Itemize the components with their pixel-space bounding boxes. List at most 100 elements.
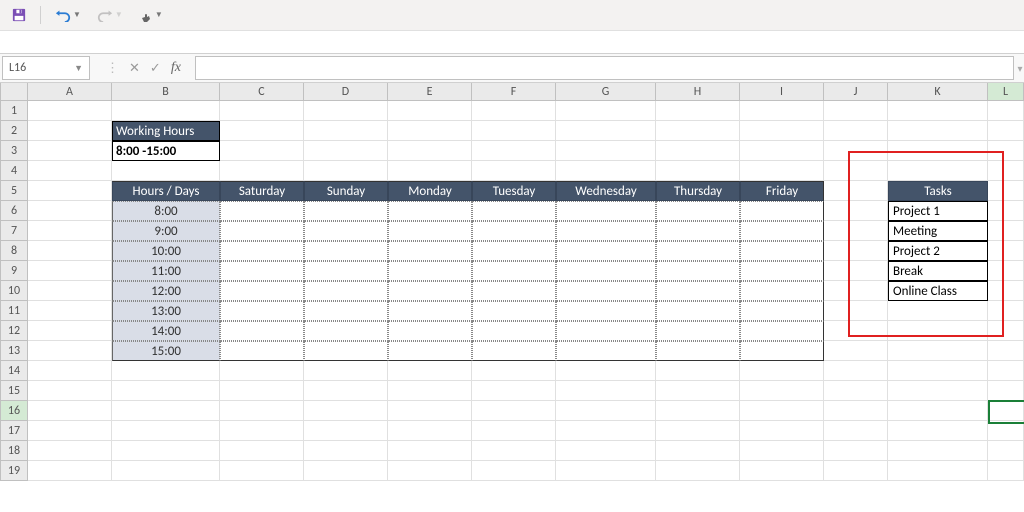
schedule-cell[interactable] — [656, 241, 740, 261]
cell[interactable] — [824, 261, 888, 281]
row-header[interactable]: 4 — [0, 161, 28, 181]
schedule-hour[interactable]: 14:00 — [112, 321, 220, 341]
cell[interactable] — [220, 121, 304, 141]
schedule-cell[interactable] — [656, 301, 740, 321]
column-header[interactable]: K — [888, 83, 988, 101]
schedule-cell[interactable] — [220, 341, 304, 361]
formula-bar-expand[interactable]: ▾ — [1016, 54, 1024, 82]
cell[interactable] — [112, 401, 220, 421]
cell[interactable] — [988, 241, 1024, 261]
schedule-cell[interactable] — [472, 261, 556, 281]
cell[interactable] — [988, 321, 1024, 341]
task-item[interactable]: Project 1 — [888, 201, 988, 221]
task-item[interactable]: Project 2 — [888, 241, 988, 261]
row-header[interactable]: 7 — [0, 221, 28, 241]
cell[interactable] — [740, 101, 824, 121]
cell[interactable] — [824, 441, 888, 461]
row-header[interactable]: 14 — [0, 361, 28, 381]
spreadsheet-grid[interactable]: A B C D E F G H I J K L 1 — [0, 83, 1024, 481]
schedule-cell[interactable] — [472, 241, 556, 261]
schedule-cell[interactable] — [740, 301, 824, 321]
cell[interactable] — [112, 381, 220, 401]
schedule-cell[interactable] — [388, 301, 472, 321]
schedule-cell[interactable] — [472, 301, 556, 321]
cell[interactable] — [556, 421, 656, 441]
cell[interactable] — [28, 461, 112, 481]
cell[interactable] — [824, 301, 888, 321]
cell[interactable] — [388, 141, 472, 161]
cell[interactable] — [888, 141, 988, 161]
row-header[interactable]: 9 — [0, 261, 28, 281]
cell[interactable] — [824, 221, 888, 241]
row-header[interactable]: 8 — [0, 241, 28, 261]
cell[interactable] — [988, 201, 1024, 221]
cell[interactable] — [304, 381, 388, 401]
cell[interactable] — [556, 161, 656, 181]
cell[interactable] — [28, 121, 112, 141]
working-hours-label[interactable]: Working Hours — [112, 121, 220, 141]
schedule-hour[interactable]: 13:00 — [112, 301, 220, 321]
cell[interactable] — [988, 441, 1024, 461]
cell[interactable] — [988, 461, 1024, 481]
column-header[interactable]: C — [220, 83, 304, 101]
schedule-cell[interactable] — [304, 281, 388, 301]
cell[interactable] — [388, 121, 472, 141]
cancel-icon[interactable]: ✕ — [129, 60, 140, 76]
cell[interactable] — [220, 361, 304, 381]
row-header[interactable]: 12 — [0, 321, 28, 341]
cell[interactable] — [112, 441, 220, 461]
row-header[interactable]: 2 — [0, 121, 28, 141]
schedule-cell[interactable] — [656, 261, 740, 281]
schedule-cell[interactable] — [304, 241, 388, 261]
schedule-hour[interactable]: 10:00 — [112, 241, 220, 261]
cell[interactable] — [556, 461, 656, 481]
cell[interactable] — [888, 361, 988, 381]
cell[interactable] — [472, 461, 556, 481]
column-header[interactable]: J — [824, 83, 888, 101]
cell[interactable] — [220, 401, 304, 421]
fx-icon[interactable]: fx — [171, 60, 181, 76]
cell[interactable] — [472, 161, 556, 181]
schedule-cell[interactable] — [556, 261, 656, 281]
cell[interactable] — [112, 101, 220, 121]
schedule-day-header[interactable]: Tuesday — [472, 181, 556, 201]
cell[interactable] — [888, 301, 988, 321]
cell[interactable] — [824, 381, 888, 401]
cell[interactable] — [824, 241, 888, 261]
cell[interactable] — [988, 381, 1024, 401]
cell[interactable] — [656, 401, 740, 421]
cell[interactable] — [388, 161, 472, 181]
schedule-cell[interactable] — [556, 221, 656, 241]
cell[interactable] — [220, 441, 304, 461]
row-header[interactable]: 3 — [0, 141, 28, 161]
cell[interactable] — [220, 101, 304, 121]
schedule-day-header[interactable]: Friday — [740, 181, 824, 201]
column-header[interactable]: D — [304, 83, 388, 101]
column-header[interactable]: L — [988, 83, 1024, 101]
schedule-cell[interactable] — [740, 341, 824, 361]
cell[interactable] — [28, 421, 112, 441]
schedule-hour[interactable]: 12:00 — [112, 281, 220, 301]
cell[interactable] — [388, 101, 472, 121]
cell[interactable] — [888, 121, 988, 141]
cell[interactable] — [388, 461, 472, 481]
cell[interactable] — [656, 441, 740, 461]
schedule-hour[interactable]: 11:00 — [112, 261, 220, 281]
cell[interactable] — [988, 281, 1024, 301]
schedule-cell[interactable] — [304, 321, 388, 341]
cell[interactable] — [112, 421, 220, 441]
select-all-corner[interactable] — [0, 83, 28, 101]
cell[interactable] — [220, 381, 304, 401]
cell[interactable] — [988, 361, 1024, 381]
save-button[interactable] — [8, 3, 30, 27]
cell[interactable] — [824, 141, 888, 161]
schedule-day-header[interactable]: Sunday — [304, 181, 388, 201]
cell[interactable] — [740, 441, 824, 461]
schedule-cell[interactable] — [220, 261, 304, 281]
cell[interactable] — [888, 441, 988, 461]
cell[interactable] — [556, 121, 656, 141]
cell[interactable] — [556, 101, 656, 121]
task-item[interactable]: Break — [888, 261, 988, 281]
schedule-cell[interactable] — [388, 201, 472, 221]
cell[interactable] — [388, 421, 472, 441]
